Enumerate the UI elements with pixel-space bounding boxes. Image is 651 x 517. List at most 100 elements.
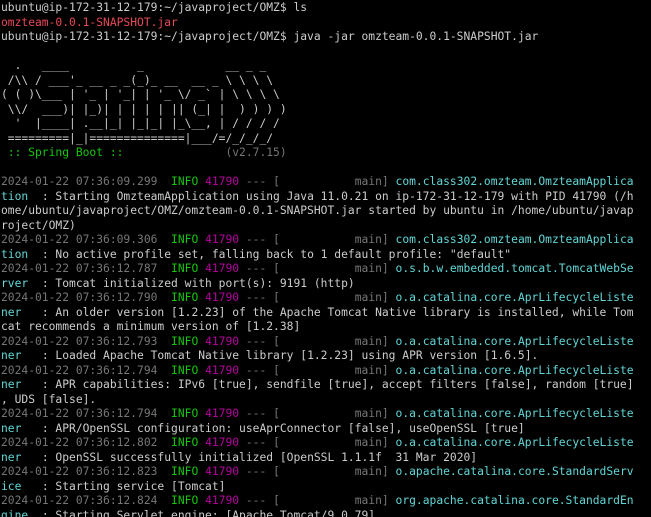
terminal-text-segment: --- [ main] [239, 407, 396, 420]
terminal-line: cat recommends a minimum version of [1.2… [1, 320, 651, 335]
terminal-text-segment: . ____ _ __ _ _ [1, 59, 267, 72]
terminal-text-segment: 41790 [205, 291, 240, 304]
terminal-line: ner : APR/OpenSSL configuration: useAprC… [1, 422, 651, 437]
terminal-text-segment: ice [1, 479, 42, 493]
terminal-text-segment: ner [1, 421, 42, 435]
terminal-text-segment: --- [ main] [239, 175, 396, 188]
terminal-text-segment: org.apache.catalina.core.StandardEn [395, 494, 634, 507]
terminal-text-segment: : Starting Servlet engine: [Apache Tomca… [41, 508, 376, 517]
terminal-text-segment: o.a.catalina.core.AprLifecycleListe [395, 436, 634, 449]
terminal-text-segment: \\/ ___)| |_)| | | | | || (_| | ) ) ) ) [1, 102, 287, 116]
terminal-text-segment: o.a.catalina.core.AprLifecycleListe [395, 407, 634, 420]
terminal-text-segment: --- [ main] [239, 291, 396, 304]
terminal-line: 2024-01-22 07:36:12.823 INFO 41790 --- [… [1, 465, 651, 480]
terminal-text-segment: INFO [171, 494, 206, 507]
terminal-text-segment: --- [ main] [239, 233, 396, 246]
terminal-line: rver : Tomcat initialized with port(s): … [1, 277, 651, 292]
terminal-text-segment: --- [ main] [239, 494, 396, 507]
terminal-text-segment: , UDS [false]. [1, 392, 97, 406]
terminal-text-segment: gine [1, 508, 42, 517]
terminal-line: ner : OpenSSL successfully initialized [… [1, 451, 651, 466]
terminal-text-segment: --- [ main] [239, 436, 396, 449]
terminal-line: :: Spring Boot :: (v2.7.15) [1, 146, 651, 161]
terminal-text-segment: 2024-01-22 07:36:12.794 [1, 363, 172, 377]
terminal-text-segment: 41790 [205, 407, 240, 420]
terminal-text-segment: 2024-01-22 07:36:09.299 [1, 175, 172, 188]
terminal-text-segment: ner [1, 378, 42, 391]
terminal-text-segment: ubuntu@ip-172-31-12-179:~/javaproject/OM… [1, 30, 539, 43]
terminal-text-segment: : An older version [1.2.23] of the Apach… [41, 305, 634, 319]
terminal-text-segment: ( ( )\___ | '_ | '_| | '_ \/ _` | \ \ \ … [1, 88, 280, 101]
terminal-text-segment: INFO [171, 291, 206, 304]
terminal-line: \\/ ___)| |_)| | | | | || (_| | ) ) ) ) [1, 103, 651, 118]
terminal-text-segment: INFO [171, 465, 206, 478]
terminal-text-segment: INFO [171, 363, 206, 377]
terminal-line: ( ( )\___ | '_ | '_| | '_ \/ _` | \ \ \ … [1, 88, 651, 103]
terminal-text-segment: 41790 [205, 465, 240, 478]
terminal-line: , UDS [false]. [1, 393, 651, 408]
terminal-text-segment: ome/ubuntu/javaproject/OMZ/omzteam-0.0.1… [1, 204, 634, 217]
terminal-line: omzteam-0.0.1-SNAPSHOT.jar [1, 16, 651, 31]
terminal-line: ice : Starting service [Tomcat] [1, 480, 651, 495]
terminal-text-segment: ner [1, 450, 42, 464]
terminal-text-segment: --- [ main] [239, 363, 396, 377]
terminal-text-segment: INFO [171, 175, 206, 188]
terminal-text-segment: (v2.7.15) [130, 146, 287, 159]
terminal-text-segment: 41790 [205, 436, 240, 449]
terminal-text-segment: : Loaded Apache Tomcat Native library [1… [41, 349, 539, 362]
terminal-text-segment: :: Spring Boot :: [1, 146, 131, 159]
terminal-line: 2024-01-22 07:36:12.787 INFO 41790 --- [… [1, 262, 651, 277]
terminal-line: tion : No active profile set, falling ba… [1, 248, 651, 263]
terminal-line: ome/ubuntu/javaproject/OMZ/omzteam-0.0.1… [1, 204, 651, 219]
terminal-line: ubuntu@ip-172-31-12-179:~/javaproject/OM… [1, 1, 651, 16]
terminal-text-segment: 2024-01-22 07:36:12.794 [1, 407, 172, 420]
terminal-line: 2024-01-22 07:36:12.793 INFO 41790 --- [… [1, 335, 651, 350]
terminal-text-segment: 2024-01-22 07:36:12.790 [1, 291, 172, 304]
terminal-text-segment: ner [1, 305, 42, 319]
terminal-line: gine : Starting Servlet engine: [Apache … [1, 509, 651, 517]
terminal-text-segment: 41790 [205, 233, 240, 246]
terminal-line: 2024-01-22 07:36:09.306 INFO 41790 --- [… [1, 233, 651, 248]
terminal-text-segment: 41790 [205, 262, 240, 275]
terminal-text-segment: : OpenSSL successfully initialized [Open… [41, 450, 478, 464]
terminal-text-segment: o.a.catalina.core.AprLifecycleListe [395, 291, 634, 304]
terminal-text-segment: --- [ main] [239, 262, 396, 275]
terminal-window[interactable]: ubuntu@ip-172-31-12-179:~/javaproject/OM… [0, 0, 651, 517]
terminal-line: tion : Starting OmzteamApplication using… [1, 190, 651, 205]
terminal-line: 2024-01-22 07:36:09.299 INFO 41790 --- [… [1, 175, 651, 190]
terminal-line: =========|_|==============|___/=/_/_/_/ [1, 132, 651, 147]
terminal-text-segment: 2024-01-22 07:36:12.802 [1, 436, 172, 449]
terminal-text-segment: com.class302.omzteam.OmzteamApplica [395, 233, 634, 246]
terminal-text-segment: INFO [171, 334, 206, 348]
terminal-text-segment: o.a.catalina.core.AprLifecycleListe [395, 334, 634, 348]
terminal-text-segment: o.apache.catalina.core.StandardServ [395, 465, 634, 478]
terminal-line: ner : An older version [1.2.23] of the A… [1, 306, 651, 321]
terminal-text-segment: INFO [171, 436, 206, 449]
terminal-line: ner : Loaded Apache Tomcat Native librar… [1, 349, 651, 364]
terminal-text-segment: rver [1, 276, 42, 290]
terminal-text-segment: : Starting service [Tomcat] [41, 479, 226, 493]
terminal-text-segment: com.class302.omzteam.OmzteamApplica [395, 175, 634, 188]
terminal-text-segment: 41790 [205, 494, 240, 507]
terminal-text-segment: 2024-01-22 07:36:09.306 [1, 233, 172, 246]
terminal-line: ubuntu@ip-172-31-12-179:~/javaproject/OM… [1, 30, 651, 45]
terminal-line: 2024-01-22 07:36:12.794 INFO 41790 --- [… [1, 364, 651, 379]
terminal-text-segment: tion [1, 247, 42, 261]
terminal-text-segment: omzteam-0.0.1-SNAPSHOT.jar [1, 15, 178, 29]
terminal-text-segment: 2024-01-22 07:36:12.787 [1, 262, 172, 275]
terminal-text-segment: INFO [171, 407, 206, 420]
terminal-text-segment: : Starting OmzteamApplication using Java… [41, 189, 634, 203]
terminal-text-segment: o.s.b.w.embedded.tomcat.TomcatWebSe [395, 262, 634, 275]
terminal-text-segment: 41790 [205, 175, 240, 188]
terminal-text-segment: o.a.catalina.core.AprLifecycleListe [395, 363, 634, 377]
terminal-text-segment: 2024-01-22 07:36:12.793 [1, 334, 172, 348]
terminal-line: ' |____| .__|_| |_|_| |_\__, | / / / / [1, 117, 651, 132]
terminal-text-segment: tion [1, 189, 42, 203]
terminal-text-segment: 2024-01-22 07:36:12.824 [1, 494, 172, 507]
terminal-line: /\\ / ___'_ __ _ _(_)_ __ __ _ \ \ \ \ [1, 74, 651, 89]
terminal-line: 2024-01-22 07:36:12.824 INFO 41790 --- [… [1, 494, 651, 509]
terminal-text-segment: : APR/OpenSSL configuration: useAprConne… [41, 421, 525, 435]
terminal-text-segment: : Tomcat initialized with port(s): 9191 … [41, 276, 355, 290]
